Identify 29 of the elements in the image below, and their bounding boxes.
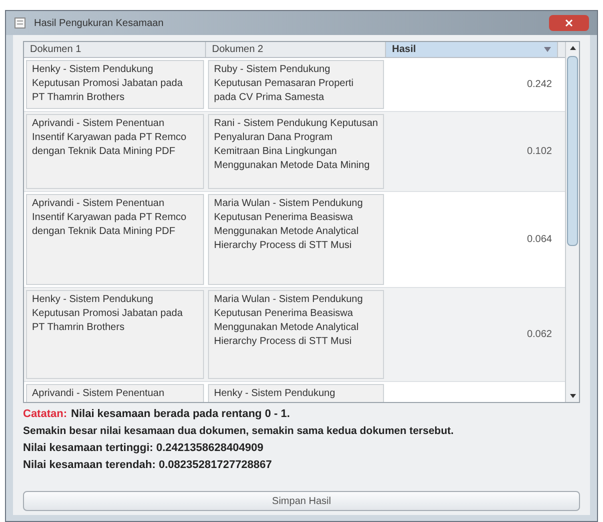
document-cell: Henky - Sistem Pendukung Keputusan Promosi Jabatan pada PT Thamrin Brothers bbox=[26, 60, 204, 109]
note-label: Catatan: bbox=[23, 407, 68, 422]
document-cell: Aprivandi - Sistem Penentuan Insentif Karyawan pada PT Remco dengan Teknik Data Mining PDF bbox=[26, 114, 204, 189]
lowest-score: Nilai kesamaan terendah: 0.08235281727728867 bbox=[23, 458, 273, 473]
document-cell: Henky - Sistem Pendukung Keputusan Promosi Jabatan pada PT Thamrin Brothers bbox=[26, 290, 204, 379]
document-cell: Maria Wulan - Sistem Pendukung Keputusan Penerima Beasiswa Menggunakan Metode Analytical Hierarchy Process di STT Musi bbox=[208, 194, 384, 285]
close-button[interactable] bbox=[549, 15, 589, 31]
close-icon bbox=[565, 19, 573, 27]
document-cell: Aprivandi - Sistem Penentuan Insentif Karyawan pada PT Remco dengan Teknik Data Mining PDF bbox=[26, 194, 204, 285]
note-text: Semakin besar nilai kesamaan dua dokumen, semakin sama kedua dokumen tersebut. bbox=[23, 424, 455, 439]
window-title: Hasil Pengukuran Kesamaan bbox=[34, 16, 165, 30]
document-cell: Aprivandi - Sistem Penentuan bbox=[26, 384, 204, 402]
note-text: Nilai kesamaan berada pada rentang 0 - 1. bbox=[71, 407, 290, 422]
document-cell: Maria Wulan - Sistem Pendukung Keputusan Penerima Beasiswa Menggunakan Metode Analytical Hierarchy Process di STT Musi bbox=[208, 290, 384, 379]
score-cell-text: 0.062 bbox=[526, 328, 552, 342]
score-cell-text: 0.242 bbox=[526, 78, 552, 92]
column-header[interactable]: Hasil bbox=[386, 42, 558, 57]
column-header[interactable]: Dokumen 1 bbox=[24, 42, 206, 57]
score-cell-text: 0.102 bbox=[526, 145, 552, 159]
scrollbar-thumb[interactable] bbox=[567, 56, 578, 246]
document-cell: Henky - Sistem Pendukung bbox=[208, 384, 384, 402]
sort-arrow-icon bbox=[544, 47, 551, 52]
highest-score: Nilai kesamaan tertinggi: 0.2421358628404909 bbox=[23, 441, 264, 456]
window-icon bbox=[14, 17, 26, 29]
document-cell: Rani - Sistem Pendukung Keputusan Penyaluran Dana Program Kemitraan Bina Lingkungan Menggunakan Metode Data Mining bbox=[208, 114, 384, 189]
save-button[interactable]: Simpan Hasil bbox=[23, 491, 580, 511]
scrollbar[interactable] bbox=[565, 42, 579, 402]
score-cell-text: 0.064 bbox=[526, 233, 552, 247]
document-cell: Ruby - Sistem Pendukung Keputusan Pemasaran Properti pada CV Prima Samesta bbox=[208, 60, 384, 109]
